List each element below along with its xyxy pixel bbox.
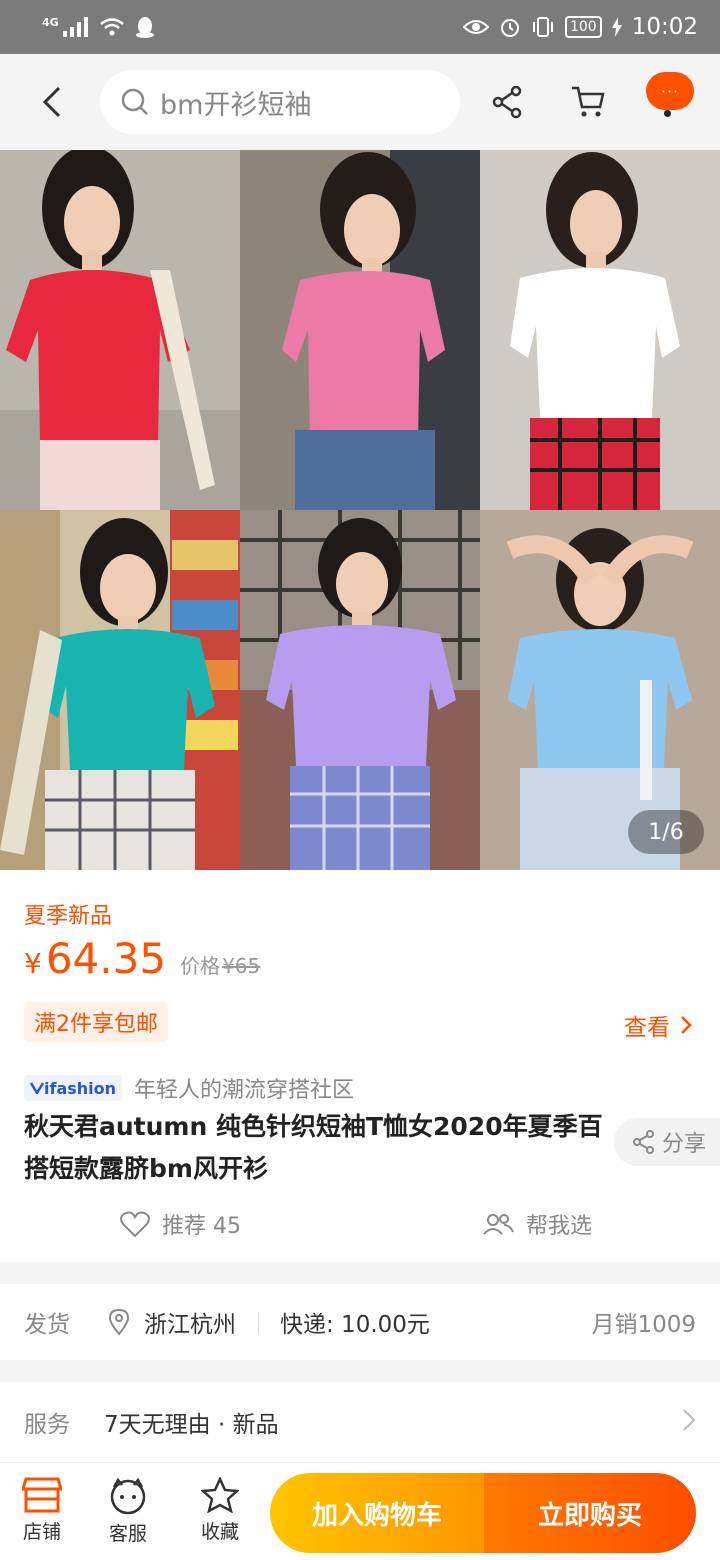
customer-service-icon — [110, 1477, 146, 1515]
recommend-label: 推荐 45 — [162, 1214, 241, 1239]
favorite-label: 收藏 — [200, 1521, 239, 1543]
service-label: 服务 — [24, 1412, 70, 1438]
gallery-counter: 1/6 — [628, 810, 704, 854]
shop-label: 店铺 — [22, 1521, 61, 1543]
back-button[interactable] — [32, 82, 72, 122]
favorite-tab[interactable]: 收藏 — [190, 1477, 250, 1544]
buy-now-button[interactable]: 立即购买 — [484, 1473, 696, 1553]
search-input[interactable]: bm开衫短袖 — [100, 70, 460, 134]
product-gallery[interactable]: 1/6 — [0, 150, 720, 870]
gallery-image[interactable] — [240, 150, 480, 510]
network-type: 4G — [42, 15, 59, 29]
search-query: bm开衫短袖 — [160, 89, 312, 121]
heart-icon — [120, 1211, 150, 1238]
share-pill-button[interactable]: 分享 — [614, 1118, 720, 1166]
add-to-cart-button[interactable]: 加入购物车 — [270, 1473, 484, 1553]
view-promo-link[interactable]: 查看 — [624, 1008, 692, 1042]
product-info-card: 夏季新品 ¥ 64.35 价格 ¥65 满2件享包邮 查看 ifashion 年… — [0, 870, 720, 1262]
gallery-image[interactable] — [240, 510, 480, 870]
currency-symbol: ¥ — [24, 947, 42, 980]
shipping-city: 浙江杭州 — [144, 1312, 236, 1338]
gallery-image[interactable] — [0, 150, 240, 510]
battery-level: 100 — [564, 16, 602, 38]
chevron-right-icon — [683, 1409, 696, 1431]
express-fee: 快递: 10.00元 — [280, 1312, 430, 1338]
status-bar: 4G 100 10:02 — [0, 0, 720, 54]
gallery-image[interactable]: 1/6 — [480, 510, 720, 870]
product-title: 秋天君autumn 纯色针织短袖T恤女2020年夏季百搭短款露脐bm风开衫 — [24, 1112, 603, 1183]
chevron-right-icon — [681, 1016, 692, 1034]
eye-icon — [462, 20, 489, 34]
brand-tagline: 年轻人的潮流穿搭社区 — [134, 1078, 355, 1103]
help-me-choose-button[interactable]: 帮我选 — [482, 1208, 592, 1240]
clock: 10:02 — [631, 14, 698, 40]
free-shipping-badge: 满2件享包邮 — [24, 1002, 168, 1042]
brand-logo-text: ifashion — [44, 1078, 117, 1098]
gallery-image[interactable] — [480, 150, 720, 510]
product-detail-page: 4G 100 10:02 bm开衫短袖 ··· 1/6 夏季新品 ¥ 64.35… — [0, 0, 720, 1560]
more-menu-button[interactable]: ··· — [646, 72, 694, 110]
signal-icon — [62, 17, 88, 37]
share-icon — [633, 1130, 654, 1154]
original-price-label: 价格 — [180, 954, 221, 978]
customer-service-tab[interactable]: 客服 — [98, 1477, 158, 1546]
charging-icon — [611, 17, 622, 37]
share-label: 分享 — [662, 1132, 707, 1157]
heart-v-icon — [30, 1082, 44, 1094]
share-button[interactable] — [486, 80, 530, 124]
bottom-action-bar: 店铺 客服 收藏 加入购物车 立即购买 — [0, 1462, 720, 1560]
price-row: ¥ 64.35 价格 ¥65 — [24, 934, 260, 983]
top-nav: bm开衫短袖 ··· — [0, 54, 720, 150]
people-icon — [483, 1214, 514, 1235]
cart-icon — [572, 86, 605, 117]
shop-tab[interactable]: 店铺 — [12, 1477, 72, 1544]
current-price: 64.35 — [45, 934, 167, 983]
vibrate-icon — [532, 17, 553, 37]
cart-button[interactable] — [566, 80, 610, 124]
view-label: 查看 — [624, 1015, 670, 1041]
monthly-sales: 月销1009 — [591, 1312, 696, 1338]
back-arrow-icon — [42, 86, 61, 118]
promo-tag: 夏季新品 — [24, 904, 113, 929]
qq-icon — [135, 17, 154, 38]
location-pin-icon — [108, 1308, 130, 1336]
service-value: 7天无理由 · 新品 — [104, 1412, 279, 1438]
wifi-icon — [99, 18, 124, 36]
original-price: ¥65 — [222, 954, 261, 978]
delivery-label: 发货 — [24, 1312, 70, 1338]
shop-icon — [22, 1477, 62, 1513]
recommend-button[interactable]: 推荐 45 — [120, 1208, 241, 1240]
help-choose-label: 帮我选 — [526, 1214, 593, 1239]
star-icon — [201, 1477, 239, 1513]
share-icon — [492, 85, 522, 119]
more-dots-icon: ··· — [660, 81, 680, 101]
gallery-image[interactable] — [0, 510, 240, 870]
ifashion-logo: ifashion — [24, 1075, 123, 1101]
search-icon — [121, 88, 148, 115]
service-row[interactable]: 服务 7天无理由 · 新品 — [0, 1382, 720, 1462]
delivery-row[interactable]: 发货 浙江杭州 快递: 10.00元 月销1009 — [0, 1284, 720, 1360]
brand-row[interactable]: ifashion 年轻人的潮流穿搭社区 — [24, 1072, 354, 1104]
notification-dot — [664, 110, 671, 117]
alarm-icon — [500, 19, 519, 37]
divider — [258, 1312, 259, 1334]
customer-service-label: 客服 — [108, 1523, 147, 1545]
